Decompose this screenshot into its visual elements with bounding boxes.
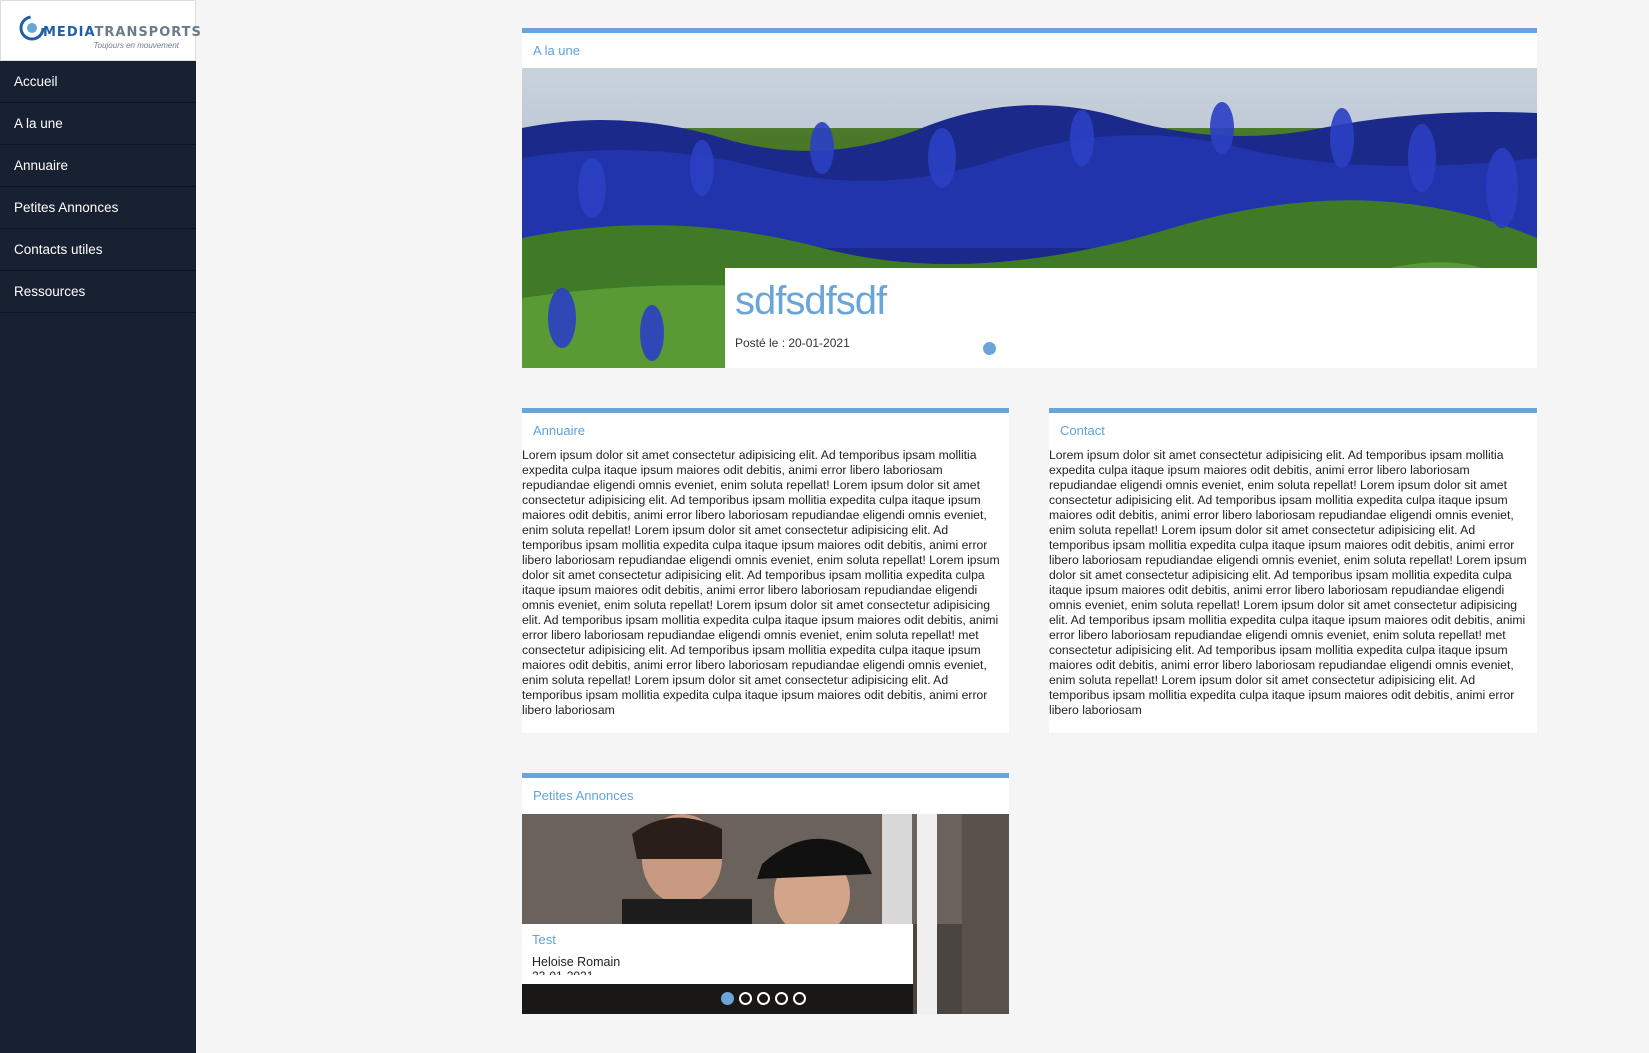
- hero-headline[interactable]: sdfsdfsdf: [735, 278, 1527, 324]
- carousel-dot[interactable]: [793, 992, 806, 1005]
- annonce-dots-bar: [522, 984, 913, 1014]
- logo-text-second: TRANSPORTS: [94, 25, 202, 40]
- nav-item-accueil[interactable]: Accueil: [0, 61, 196, 103]
- logo-icon: [19, 15, 45, 41]
- annonce-author: Heloise Romain: [532, 955, 621, 969]
- annuaire-panel: Annuaire Lorem ipsum dolor sit amet cons…: [522, 408, 1009, 733]
- carousel-dot[interactable]: [1037, 342, 1050, 355]
- logo-text-first: MEDIA: [43, 25, 95, 40]
- logo-text: MEDIATRANSPORTS: [43, 25, 202, 40]
- a-la-une-panel: A la une sdfsdfsdf Posté le: 20-01-2021: [522, 28, 1537, 368]
- logo-tagline: Toujours en mouvement: [93, 41, 179, 50]
- nav-item-a-la-une[interactable]: A la une: [0, 103, 196, 145]
- carousel-dot[interactable]: [757, 992, 770, 1005]
- nav-item-annuaire[interactable]: Annuaire: [0, 145, 196, 187]
- nav-item-petites-annonces[interactable]: Petites Annonces: [0, 187, 196, 229]
- annonce-carousel-dots: [721, 992, 806, 1005]
- contact-panel: Contact Lorem ipsum dolor sit amet conse…: [1049, 408, 1537, 733]
- a-la-une-title: A la une: [533, 43, 580, 58]
- annonce-caption[interactable]: Test Heloise Romain 23-01-2021: [522, 924, 913, 984]
- contact-title[interactable]: Contact: [1049, 423, 1537, 438]
- nav-item-contacts-utiles[interactable]: Contacts utiles: [0, 229, 196, 271]
- petites-annonces-panel: Petites Annonces Test Heloise Romain 23-…: [522, 773, 1009, 1014]
- hero-caption[interactable]: sdfsdfsdf Posté le : 20-01-2021: [725, 268, 1537, 368]
- logo[interactable]: MEDIATRANSPORTS Toujours en mouvement: [0, 0, 201, 61]
- hero-date: Posté le : 20-01-2021: [735, 336, 850, 350]
- annonce-image: Test Heloise Romain 23-01-2021: [522, 814, 1009, 1014]
- contact-text: Lorem ipsum dolor sit amet consectetur a…: [1049, 448, 1527, 717]
- hero-image: sdfsdfsdf Posté le : 20-01-2021: [522, 68, 1537, 368]
- petites-annonces-title[interactable]: Petites Annonces: [522, 788, 1009, 803]
- annonce-date: 23-01-2021: [532, 969, 903, 975]
- annuaire-text: Lorem ipsum dolor sit amet consectetur a…: [522, 448, 1000, 717]
- carousel-dot[interactable]: [1019, 342, 1032, 355]
- carousel-dot[interactable]: [775, 992, 788, 1005]
- carousel-dot[interactable]: [1001, 342, 1014, 355]
- carousel-dot[interactable]: [1055, 342, 1068, 355]
- annuaire-title[interactable]: Annuaire: [522, 423, 1009, 438]
- carousel-dot[interactable]: [983, 342, 996, 355]
- sidebar: MEDIATRANSPORTS Toujours en mouvement Ac…: [0, 0, 201, 1053]
- annonce-item-title[interactable]: Test: [532, 932, 903, 947]
- nav-item-ressources[interactable]: Ressources: [0, 271, 196, 313]
- carousel-dot[interactable]: [721, 992, 734, 1005]
- hero-carousel-dots: [983, 342, 1068, 355]
- carousel-dot[interactable]: [739, 992, 752, 1005]
